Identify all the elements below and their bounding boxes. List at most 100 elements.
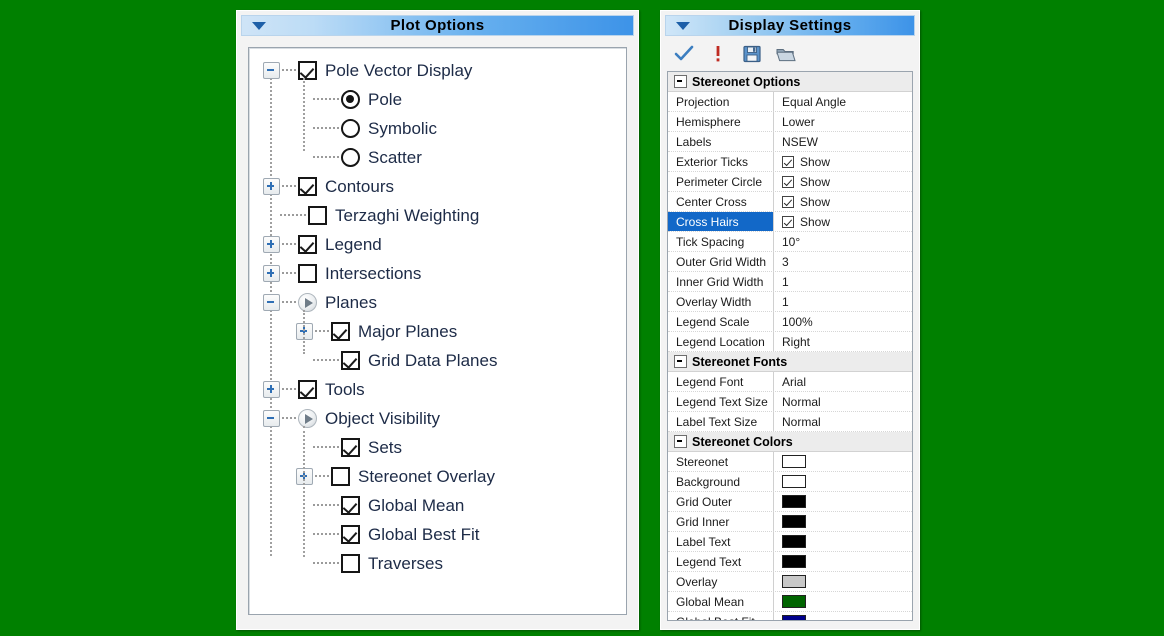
property-value[interactable] — [774, 572, 912, 591]
property-value[interactable]: 1 — [774, 272, 912, 291]
tree-item-object-visibility[interactable]: Object Visibility — [249, 404, 626, 433]
property-value[interactable]: Show — [774, 152, 912, 171]
checkbox[interactable] — [308, 206, 327, 225]
property-row[interactable]: Overlay Width 1 — [668, 292, 912, 312]
property-row[interactable]: Grid Outer — [668, 492, 912, 512]
tree-item-sets[interactable]: Sets — [249, 433, 626, 462]
property-row[interactable]: Projection Equal Angle — [668, 92, 912, 112]
property-row[interactable]: Background — [668, 472, 912, 492]
color-swatch[interactable] — [782, 555, 806, 568]
property-row[interactable]: Labels NSEW — [668, 132, 912, 152]
collapse-icon[interactable] — [263, 62, 280, 79]
display-settings-grid-frame[interactable]: Stereonet Options Projection Equal Angle He… — [667, 71, 913, 621]
color-swatch[interactable] — [782, 535, 806, 548]
play-arrow-icon[interactable] — [298, 409, 317, 428]
property-value[interactable]: Lower — [774, 112, 912, 131]
collapse-icon[interactable] — [674, 435, 687, 448]
property-row[interactable]: Global Best Fit — [668, 612, 912, 620]
radio-button[interactable] — [341, 119, 360, 138]
color-swatch[interactable] — [782, 495, 806, 508]
checkbox[interactable] — [341, 554, 360, 573]
property-row[interactable]: Tick Spacing 10° — [668, 232, 912, 252]
expand-icon[interactable] — [263, 178, 280, 195]
apply-button[interactable] — [667, 41, 701, 67]
property-row[interactable]: Exterior Ticks Show — [668, 152, 912, 172]
property-value[interactable]: Arial — [774, 372, 912, 391]
checkbox[interactable] — [331, 467, 350, 486]
tree-item-terzaghi-weighting[interactable]: Terzaghi Weighting — [249, 201, 626, 230]
color-swatch[interactable] — [782, 455, 806, 468]
tree-item-stereonet-overlay[interactable]: Stereonet Overlay — [249, 462, 626, 491]
property-value[interactable]: 3 — [774, 252, 912, 271]
property-row[interactable]: Grid Inner — [668, 512, 912, 532]
property-value[interactable] — [774, 512, 912, 531]
color-swatch[interactable] — [782, 615, 806, 620]
property-row[interactable]: Legend Text — [668, 552, 912, 572]
checkbox[interactable] — [782, 155, 794, 168]
radio-button[interactable] — [341, 90, 360, 109]
property-value[interactable]: 1 — [774, 292, 912, 311]
tree-item-pole-vector-display[interactable]: Pole Vector Display — [249, 56, 626, 85]
property-row[interactable]: Hemisphere Lower — [668, 112, 912, 132]
property-row[interactable]: Inner Grid Width 1 — [668, 272, 912, 292]
color-swatch[interactable] — [782, 575, 806, 588]
property-row[interactable]: Stereonet — [668, 452, 912, 472]
property-value[interactable]: Right — [774, 332, 912, 351]
checkbox[interactable] — [341, 525, 360, 544]
property-row[interactable]: Legend Text Size Normal — [668, 392, 912, 412]
property-value[interactable]: Show — [774, 192, 912, 211]
checkbox[interactable] — [782, 215, 794, 228]
property-row[interactable]: Cross Hairs Show — [668, 212, 912, 232]
triangle-down-icon[interactable] — [676, 21, 690, 30]
tree-item-traverses[interactable]: Traverses — [249, 549, 626, 578]
tree-item-contours[interactable]: Contours — [249, 172, 626, 201]
checkbox[interactable] — [298, 380, 317, 399]
property-row[interactable]: Overlay — [668, 572, 912, 592]
property-row[interactable]: Legend Font Arial — [668, 372, 912, 392]
alert-button[interactable] — [701, 41, 735, 67]
tree-item-legend[interactable]: Legend — [249, 230, 626, 259]
radio-button[interactable] — [341, 148, 360, 167]
color-swatch[interactable] — [782, 475, 806, 488]
tree-item-grid-data-planes[interactable]: Grid Data Planes — [249, 346, 626, 375]
property-value[interactable] — [774, 532, 912, 551]
property-value[interactable] — [774, 612, 912, 620]
tree-item-major-planes[interactable]: Major Planes — [249, 317, 626, 346]
property-row[interactable]: Center Cross Show — [668, 192, 912, 212]
property-value[interactable] — [774, 592, 912, 611]
collapse-icon[interactable] — [674, 75, 687, 88]
plot-options-tree-frame[interactable]: Pole Vector Display Pole Symbolic Scatter Co… — [248, 47, 627, 615]
checkbox[interactable] — [341, 351, 360, 370]
property-value[interactable]: Show — [774, 212, 912, 231]
property-row[interactable]: Global Mean — [668, 592, 912, 612]
tree-item-global-best-fit[interactable]: Global Best Fit — [249, 520, 626, 549]
property-value[interactable]: Equal Angle — [774, 92, 912, 111]
property-row[interactable]: Legend Location Right — [668, 332, 912, 352]
property-value[interactable]: Normal — [774, 412, 912, 431]
checkbox[interactable] — [298, 235, 317, 254]
collapse-icon[interactable] — [263, 294, 280, 311]
expand-icon[interactable] — [263, 236, 280, 253]
tree-item-planes[interactable]: Planes — [249, 288, 626, 317]
collapse-icon[interactable] — [674, 355, 687, 368]
checkbox[interactable] — [298, 61, 317, 80]
property-value[interactable] — [774, 452, 912, 471]
display-settings-titlebar[interactable]: Display Settings — [665, 15, 915, 36]
plot-options-titlebar[interactable]: Plot Options — [241, 15, 634, 36]
tree-item-scatter[interactable]: Scatter — [249, 143, 626, 172]
property-category-stereonet-options[interactable]: Stereonet Options — [668, 72, 912, 92]
expand-icon[interactable] — [263, 381, 280, 398]
color-swatch[interactable] — [782, 595, 806, 608]
checkbox[interactable] — [298, 177, 317, 196]
property-value[interactable]: 100% — [774, 312, 912, 331]
property-category-stereonet-colors[interactable]: Stereonet Colors — [668, 432, 912, 452]
checkbox[interactable] — [782, 195, 794, 208]
property-value[interactable]: 10° — [774, 232, 912, 251]
property-value[interactable]: Show — [774, 172, 912, 191]
play-arrow-icon[interactable] — [298, 293, 317, 312]
tree-item-global-mean[interactable]: Global Mean — [249, 491, 626, 520]
property-value[interactable]: NSEW — [774, 132, 912, 151]
collapse-icon[interactable] — [263, 410, 280, 427]
checkbox[interactable] — [341, 496, 360, 515]
tree-item-tools[interactable]: Tools — [249, 375, 626, 404]
